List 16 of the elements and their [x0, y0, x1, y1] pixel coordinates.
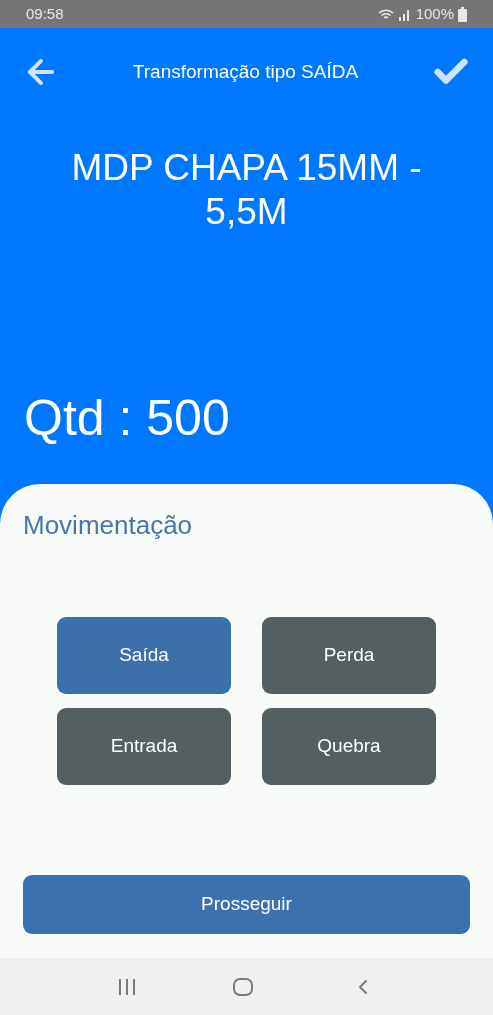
battery-icon: [458, 6, 467, 22]
movement-option[interactable]: Entrada: [57, 708, 231, 785]
header-title: Transformação tipo SAÍDA: [132, 59, 359, 84]
product-name: MDP CHAPA 15MM - 5,5M: [70, 146, 423, 234]
home-icon[interactable]: [232, 976, 255, 997]
recent-apps-icon[interactable]: [118, 977, 137, 996]
proceed-button[interactable]: Prosseguir: [23, 875, 470, 934]
movement-option[interactable]: Saída: [57, 617, 231, 694]
movement-option[interactable]: Perda: [262, 617, 436, 694]
wifi-icon: [377, 7, 394, 21]
movement-option[interactable]: Quebra: [262, 708, 436, 785]
status-time: 09:58: [26, 3, 64, 24]
quantity-label: Qtd : 500: [24, 390, 231, 446]
signal-icon: [397, 7, 412, 21]
section-title: Movimentação: [23, 509, 194, 542]
battery-percent: 100%: [415, 3, 454, 24]
